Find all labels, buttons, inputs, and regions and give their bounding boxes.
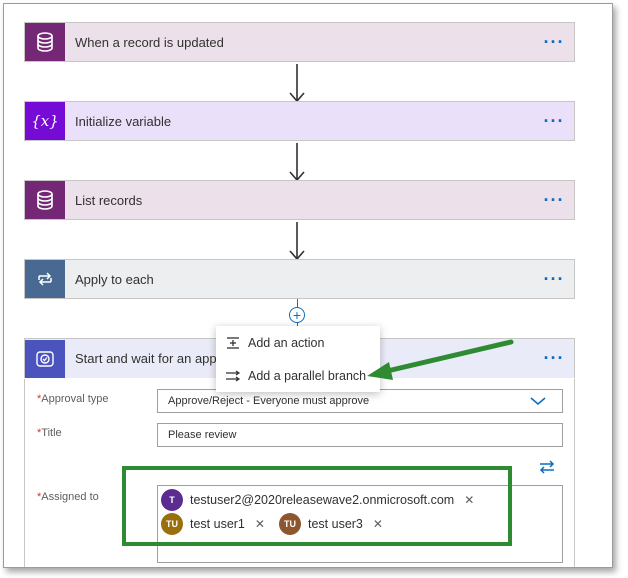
menu-item-label: Add a parallel branch — [248, 368, 367, 383]
step-title: Apply to each — [75, 271, 154, 287]
step-title: Initialize variable — [75, 113, 172, 129]
add-action-icon — [218, 336, 248, 350]
connector-arrow — [289, 143, 305, 182]
connector-arrow — [289, 64, 305, 103]
step-card-initialize-variable[interactable]: {x} Initialize variable ··· — [24, 101, 575, 141]
more-options-icon[interactable]: ··· — [534, 111, 574, 132]
menu-item-add-parallel-branch[interactable]: Add a parallel branch — [216, 359, 380, 392]
more-options-icon[interactable]: ··· — [534, 190, 574, 211]
approval-type-dropdown[interactable]: Approve/Reject - Everyone must approve — [157, 389, 563, 413]
step-title: When a record is updated — [75, 34, 224, 50]
title-label: *Title — [37, 427, 62, 439]
parallel-branch-icon — [218, 370, 248, 382]
switch-mode-icon[interactable] — [537, 459, 557, 475]
approval-icon — [25, 339, 65, 378]
more-options-icon[interactable]: ··· — [534, 32, 574, 53]
annotation-arrow — [367, 339, 514, 380]
database-icon — [25, 181, 65, 219]
title-input[interactable]: Please review — [157, 423, 563, 447]
connector-arrow — [289, 222, 305, 261]
variable-icon: {x} — [25, 102, 65, 140]
step-card-trigger[interactable]: When a record is updated ··· — [24, 22, 575, 62]
more-options-icon[interactable]: ··· — [534, 348, 574, 369]
title-value: Please review — [168, 429, 237, 441]
add-step-button[interactable]: + — [289, 307, 305, 323]
more-options-icon[interactable]: ··· — [534, 269, 574, 290]
approval-type-label: *Approval type — [37, 393, 109, 405]
menu-item-label: Add an action — [248, 335, 325, 350]
chevron-down-icon — [530, 397, 546, 406]
loop-icon — [25, 260, 65, 298]
annotation-highlight-box — [122, 466, 512, 546]
menu-item-add-action[interactable]: Add an action — [216, 326, 380, 359]
database-icon — [25, 23, 65, 61]
assigned-to-label: *Assigned to — [37, 491, 99, 503]
add-step-context-menu: Add an action Add a parallel branch — [216, 326, 380, 392]
approval-type-value: Approve/Reject - Everyone must approve — [168, 395, 370, 407]
step-card-list-records[interactable]: List records ··· — [24, 180, 575, 220]
step-card-apply-to-each[interactable]: Apply to each ··· — [24, 259, 575, 299]
flow-designer-canvas: When a record is updated ··· {x} Initial… — [3, 3, 613, 568]
step-title: List records — [75, 192, 143, 208]
